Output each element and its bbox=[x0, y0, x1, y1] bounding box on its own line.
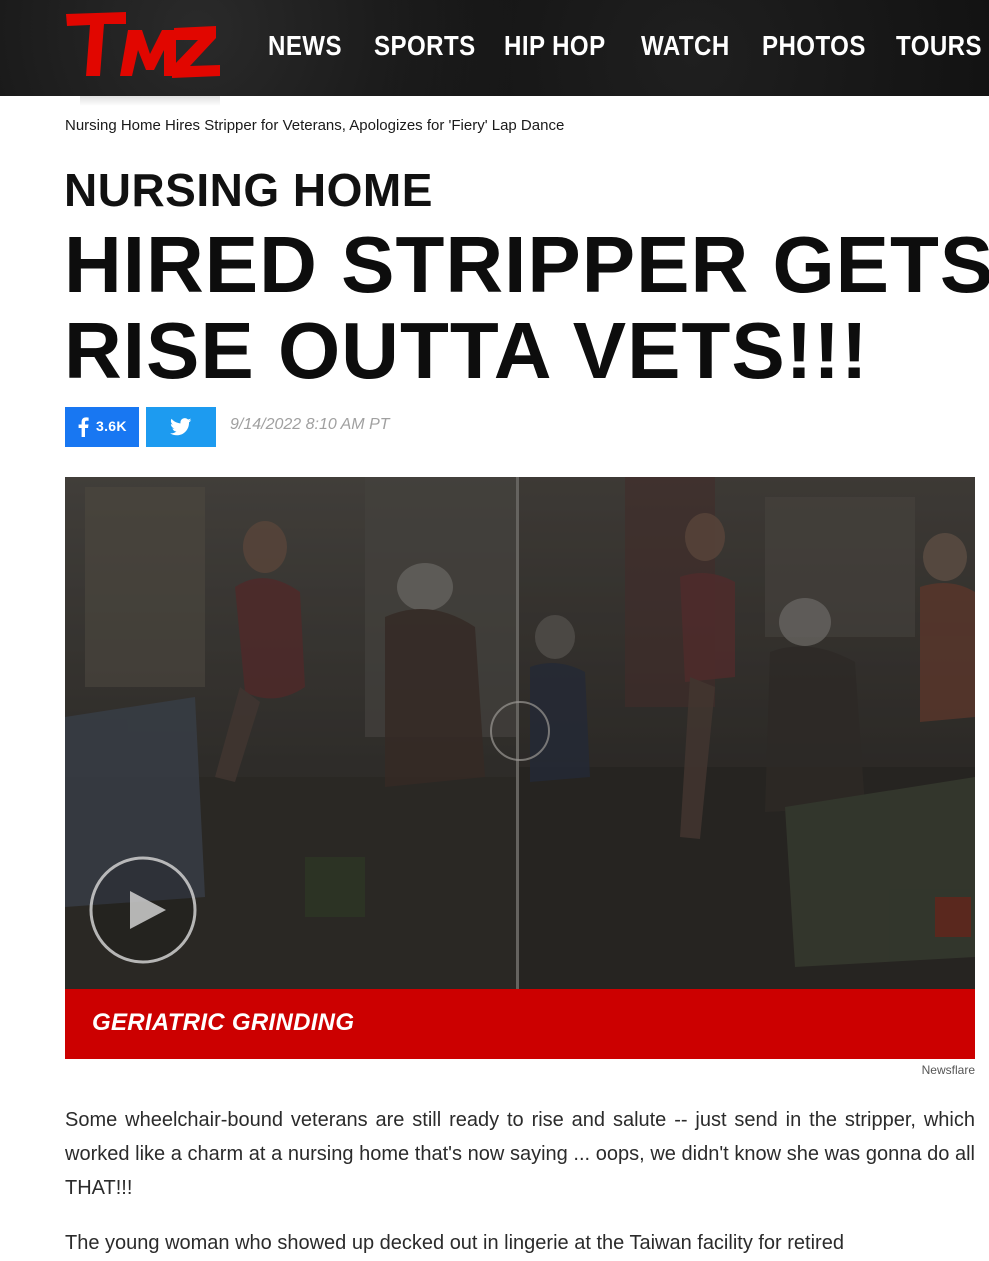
site-header: NEWS SPORTS HIP HOP WATCH PHOTOS TOURS bbox=[0, 0, 989, 96]
twitter-icon bbox=[170, 418, 192, 436]
nav-tours[interactable]: TOURS bbox=[896, 28, 982, 64]
facebook-share-count: 3.6K bbox=[96, 418, 127, 434]
play-icon[interactable] bbox=[88, 855, 198, 965]
tmz-logo[interactable] bbox=[64, 10, 222, 82]
article-paragraph-2: The young woman who showed up decked out… bbox=[65, 1232, 844, 1254]
nav-news[interactable]: NEWS bbox=[268, 28, 342, 64]
video-caption: GERIATRIC GRINDING bbox=[92, 1009, 355, 1036]
nav-sports[interactable]: SPORTS bbox=[374, 28, 476, 64]
breadcrumb[interactable]: Nursing Home Hires Stripper for Veterans… bbox=[65, 117, 564, 134]
video-thumbnail bbox=[65, 477, 975, 989]
logo-shadow bbox=[80, 96, 220, 106]
article-kicker: NURSING HOME bbox=[64, 164, 433, 216]
publish-timestamp: 9/14/2022 8:10 AM PT bbox=[230, 416, 390, 433]
headline-line-1: HIRED STRIPPER GETS bbox=[64, 220, 989, 309]
article-headline: HIRED STRIPPER GETS RISE OUTTA VETS!!! bbox=[64, 220, 989, 395]
twitter-share-button[interactable] bbox=[146, 407, 216, 447]
facebook-share-button[interactable]: 3.6K bbox=[65, 407, 139, 447]
nav-watch[interactable]: WATCH bbox=[641, 28, 730, 64]
video-credit: Newsflare bbox=[921, 1063, 975, 1077]
article-paragraph-1: Some wheelchair-bound veterans are still… bbox=[65, 1109, 975, 1199]
video-caption-bar: GERIATRIC GRINDING bbox=[65, 989, 975, 1059]
headline-line-2: RISE OUTTA VETS!!! bbox=[64, 306, 869, 395]
video-player[interactable] bbox=[65, 477, 975, 989]
facebook-icon bbox=[78, 417, 89, 437]
nav-hip-hop[interactable]: HIP HOP bbox=[504, 28, 606, 64]
nav-photos[interactable]: PHOTOS bbox=[762, 28, 866, 64]
